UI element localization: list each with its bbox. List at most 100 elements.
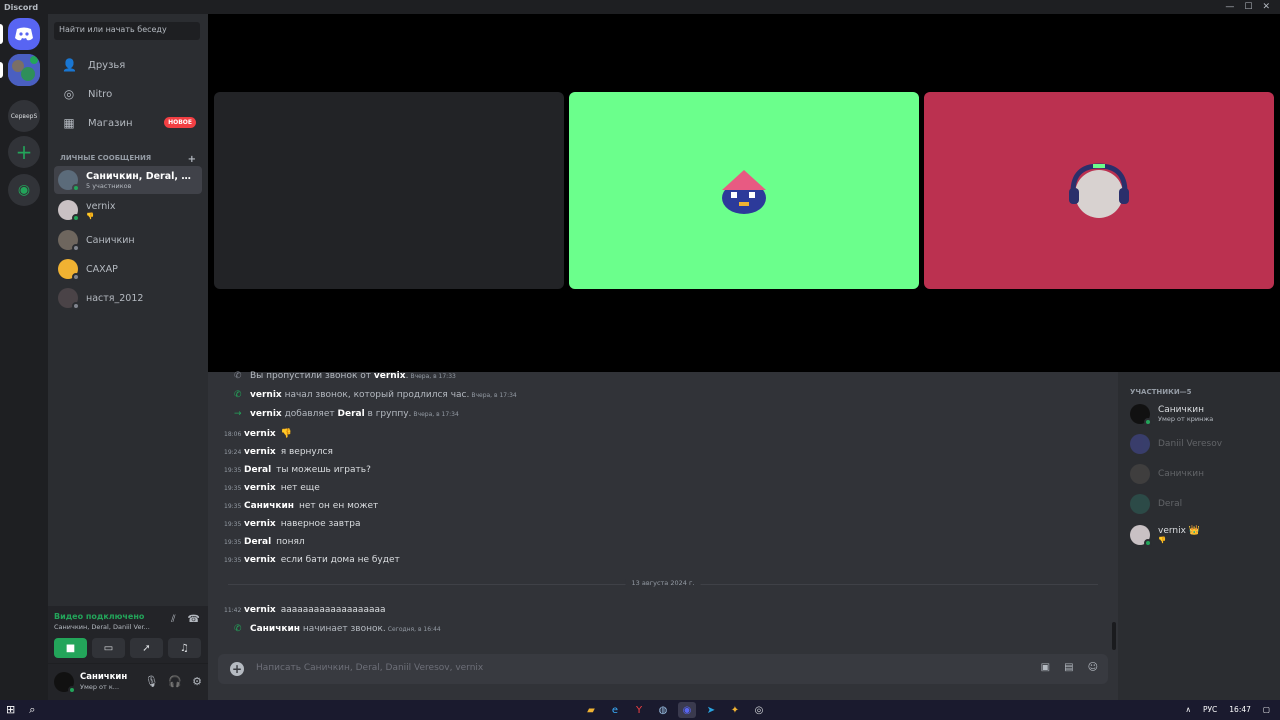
create-dm-button[interactable]: + — [188, 154, 196, 165]
headphones-icon[interactable]: 🎧 — [168, 675, 182, 688]
search-input[interactable]: Найти или начать беседу — [54, 22, 200, 40]
call-icon: ✆ — [234, 390, 242, 400]
dm-sub: 5 участников — [86, 181, 132, 190]
add-server-button[interactable]: + — [8, 136, 40, 168]
message-author[interactable]: Deral — [244, 537, 271, 547]
message-row[interactable]: 19:35 Deral ты можешь играть? — [224, 465, 371, 475]
message-row[interactable]: 19:35 Саничкин нет он ен может — [224, 501, 378, 511]
soundboard-icon: ♫ — [180, 642, 189, 654]
message-author[interactable]: Deral — [338, 409, 365, 419]
timestamp: 19:35 — [224, 539, 242, 546]
clock[interactable]: 16:47 — [1229, 705, 1251, 714]
discord-taskbar-icon[interactable]: ◉ — [678, 702, 696, 718]
message-author[interactable]: vernix — [250, 409, 282, 419]
windows-start-icon[interactable]: ⊞ — [6, 703, 15, 717]
screenshare-button[interactable]: ▭ — [92, 638, 125, 658]
dm-item-group[interactable]: Саничкин, Deral, Dan... 5 участников — [54, 166, 202, 194]
app-icon[interactable]: ✦ — [726, 702, 744, 718]
maximize-button[interactable]: ☐ — [1244, 2, 1252, 12]
message-composer[interactable]: + Написать Саничкин, Deral, Daniil Veres… — [218, 654, 1108, 684]
message-author[interactable]: Саничкин — [244, 501, 294, 511]
message-author[interactable]: vernix — [250, 390, 282, 400]
member-name: Daniil Veresov — [1158, 439, 1223, 449]
user-avatar[interactable] — [54, 672, 76, 694]
search-icon[interactable]: ⌕ — [29, 703, 35, 717]
edge-icon[interactable]: e — [606, 702, 624, 718]
dm-item-sanichkin[interactable]: Саничкин — [54, 226, 202, 254]
camera-button[interactable]: ■ — [54, 638, 87, 658]
soundboard-button[interactable]: ♫ — [168, 638, 201, 658]
group-dm-avatar[interactable] — [8, 54, 40, 86]
attach-plus-icon[interactable]: + — [230, 662, 244, 676]
gear-icon[interactable]: ⚙ — [192, 675, 202, 688]
message-row[interactable]: 19:35 Deral понял — [224, 537, 305, 547]
activity-button[interactable]: ➚ — [130, 638, 163, 658]
message-row[interactable]: 19:35 vernix наверное завтра — [224, 519, 361, 529]
window-titlebar: Discord — ☐ ✕ — [0, 0, 1280, 14]
shop-icon: ▦ — [63, 116, 75, 130]
video-tile-empty[interactable] — [214, 92, 564, 289]
microphone-icon[interactable]: 🎙 — [144, 675, 158, 688]
call-icon: ✆ — [234, 624, 242, 634]
nav-shop[interactable]: ▦ Магазин НОВОЕ — [54, 110, 202, 136]
voice-connected-label[interactable]: Видео подключено — [54, 612, 144, 621]
message-author[interactable]: vernix — [244, 429, 276, 439]
member-name: vernix — [1158, 526, 1186, 536]
tray-chevron-icon[interactable]: ∧ — [1185, 705, 1191, 714]
notifications-icon[interactable]: ▢ — [1263, 705, 1270, 714]
system-text: . — [405, 371, 409, 381]
member-item[interactable]: Саничкин Умер от кринжа — [1130, 400, 1275, 428]
discover-button[interactable]: ◉ — [8, 174, 40, 206]
voice-status-panel: Видео подключено Саничкин, Deral, Daniil… — [48, 606, 208, 664]
member-item[interactable]: Daniil Veresov — [1130, 430, 1275, 458]
dm-item-nastya[interactable]: настя_2012 — [54, 284, 202, 312]
message-row[interactable]: 11:42 vernix ааааааааааааааааааа — [224, 605, 386, 615]
member-item[interactable]: vernix 👑 👎 — [1130, 521, 1275, 549]
message-author[interactable]: vernix — [374, 371, 406, 381]
message-row[interactable]: 19:35 vernix если бати дома не будет — [224, 555, 400, 565]
friends-icon: 👤 — [62, 58, 77, 72]
message-author[interactable]: vernix — [244, 519, 276, 529]
video-tile-green[interactable] — [569, 92, 919, 289]
emoji-icon[interactable]: ☺ — [1088, 662, 1098, 673]
message-author[interactable]: vernix — [244, 605, 276, 615]
timestamp: 19:35 — [224, 467, 242, 474]
message-input[interactable]: Написать Саничкин, Deral, Daniil Veresov… — [256, 663, 483, 673]
message-row[interactable]: 19:24 vernix я вернулся — [224, 447, 333, 457]
server-servers[interactable]: СерверS — [8, 100, 40, 132]
message-author[interactable]: Саничкин — [250, 624, 300, 634]
minimize-button[interactable]: — — [1225, 2, 1234, 12]
message-author[interactable]: vernix — [244, 483, 276, 493]
chat-scrollbar[interactable] — [1112, 622, 1116, 650]
explorer-icon[interactable]: ▰ — [582, 702, 600, 718]
nav-nitro[interactable]: ◎ Nitro — [54, 81, 202, 107]
dm-item-vernix[interactable]: vernix 👎 — [54, 196, 202, 224]
message-author[interactable]: vernix — [244, 555, 276, 565]
message-row[interactable]: 19:35 vernix нет еще — [224, 483, 320, 493]
video-tile-red[interactable] — [924, 92, 1274, 289]
chat-area: ✆ Вы пропустили звонок от vernix. Вчера, в… — [208, 371, 1118, 700]
message-author[interactable]: vernix — [244, 447, 276, 457]
dm-item-sahar[interactable]: САХАР — [54, 255, 202, 283]
timestamp: 11:42 — [224, 607, 242, 614]
language-indicator[interactable]: РУС — [1203, 705, 1217, 714]
member-item[interactable]: Deral — [1130, 490, 1275, 518]
message-author[interactable]: Deral — [244, 465, 271, 475]
telegram-icon[interactable]: ➤ — [702, 702, 720, 718]
sticker-icon[interactable]: ▤ — [1064, 662, 1073, 673]
nav-friends[interactable]: 👤 Друзья — [54, 52, 202, 78]
selected-pill — [0, 24, 3, 44]
status-online-dot — [68, 686, 76, 694]
obs-icon[interactable]: ◎ — [750, 702, 768, 718]
home-button[interactable] — [8, 18, 40, 50]
message-row[interactable]: 18:06 vernix 👎 — [224, 429, 292, 439]
noise-suppression-icon[interactable]: ⫽ — [171, 614, 175, 625]
gif-icon[interactable]: ▣ — [1041, 662, 1050, 673]
disconnect-icon[interactable]: ☎ — [188, 614, 200, 625]
member-item[interactable]: Саничкин — [1130, 460, 1275, 488]
yandex-icon[interactable]: Y — [630, 702, 648, 718]
close-button[interactable]: ✕ — [1262, 2, 1270, 12]
timestamp: 19:35 — [224, 485, 242, 492]
user-name: Саничкин — [80, 672, 128, 682]
steam-icon[interactable]: ◍ — [654, 702, 672, 718]
